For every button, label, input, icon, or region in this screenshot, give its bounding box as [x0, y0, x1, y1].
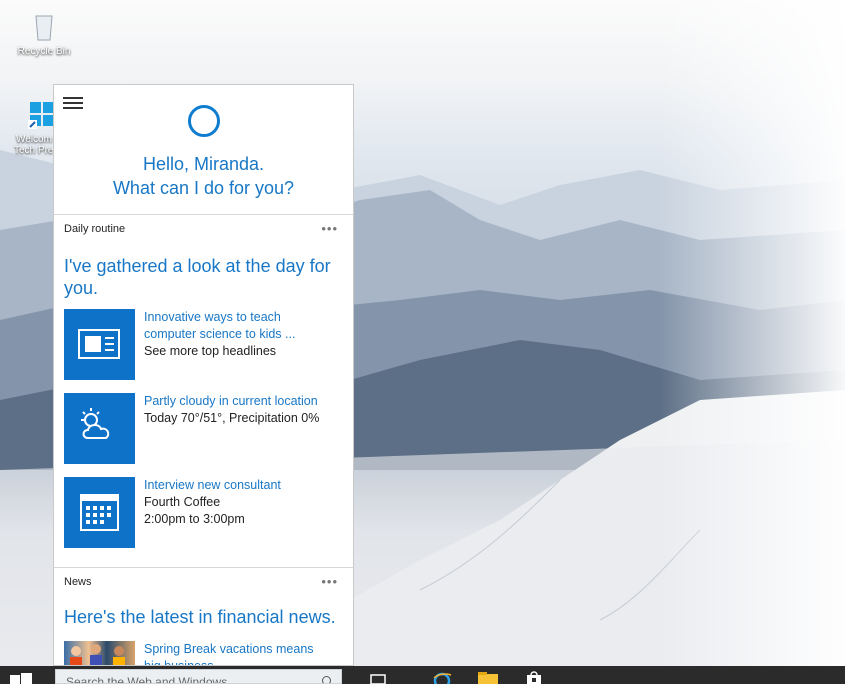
news-icon [64, 309, 135, 380]
file-explorer-icon[interactable] [478, 669, 498, 684]
weather-card[interactable]: Partly cloudy in current location Today … [64, 393, 344, 465]
desktop-icon-label: Recycle Bin [17, 46, 71, 57]
windows-start-icon[interactable] [10, 671, 32, 686]
cortana-greeting: Hello, Miranda. What can I do for you? [54, 152, 353, 200]
card-title: Innovative ways to teach [144, 310, 281, 324]
card-text: Partly cloudy in current location Today … [144, 393, 344, 427]
daily-routine-headline: I've gathered a look at the day for you. [64, 256, 331, 298]
cortana-ring-icon [188, 105, 220, 137]
greeting-line-2: What can I do for you? [112, 178, 295, 198]
news-headline: Here's the latest in financial news. [64, 607, 336, 627]
taskbar: Search the Web and Windows [0, 666, 845, 690]
calendar-icon [64, 477, 135, 548]
card-subtitle: Fourth Coffee [144, 495, 221, 509]
greeting-line-1: Hello, Miranda. [142, 154, 265, 174]
task-view-icon[interactable] [368, 669, 388, 685]
search-input[interactable]: Search the Web and Windows [55, 669, 342, 684]
divider [54, 567, 353, 568]
news-thumbnail[interactable] [64, 641, 135, 665]
card-text: Interview new consultant Fourth Coffee 2… [144, 477, 344, 528]
card-title: Partly cloudy in current location [144, 394, 318, 408]
search-icon[interactable] [322, 676, 331, 683]
daily-routine-more-button[interactable]: ••• [321, 221, 338, 236]
card-title: Interview new consultant [144, 478, 281, 492]
cortana-panel: Hello, Miranda. What can I do for you? D… [53, 84, 354, 666]
weather-partly-cloudy-icon [64, 393, 135, 464]
daily-routine-label: Daily routine [64, 223, 126, 235]
news-label: News [64, 576, 92, 588]
recycle-bin-icon [27, 10, 61, 44]
divider [54, 214, 353, 215]
card-subtitle: Today 70°/51°, Precipitation 0% [144, 411, 320, 425]
store-icon[interactable] [524, 669, 544, 684]
news-item-title: Spring Break vacations means [144, 642, 314, 656]
card-title-2: computer science to kids ... [144, 327, 296, 341]
menu-icon[interactable] [63, 97, 83, 111]
desktop-icon-label-2: Tech Pre [14, 145, 54, 156]
card-subtitle-2: 2:00pm to 3:00pm [144, 512, 245, 526]
desktop-icon-recycle-bin[interactable]: Recycle Bin [14, 10, 74, 57]
card-text: Innovative ways to teach computer scienc… [144, 309, 344, 360]
card-subtitle: See more top headlines [144, 344, 277, 358]
desktop-icon-label: Welcom [16, 134, 52, 145]
news-item-title-2: big business [144, 659, 214, 666]
news-item-text[interactable]: Spring Break vacations means big busines… [144, 641, 344, 666]
news-card[interactable]: Innovative ways to teach computer scienc… [64, 309, 344, 381]
search-placeholder: Search the Web and Windows [66, 675, 228, 684]
calendar-card[interactable]: Interview new consultant Fourth Coffee 2… [64, 477, 344, 549]
news-more-button[interactable]: ••• [321, 574, 338, 589]
desktop-icon-welcome[interactable]: Welcom Tech Pre [8, 98, 54, 156]
internet-explorer-icon[interactable] [432, 669, 452, 690]
